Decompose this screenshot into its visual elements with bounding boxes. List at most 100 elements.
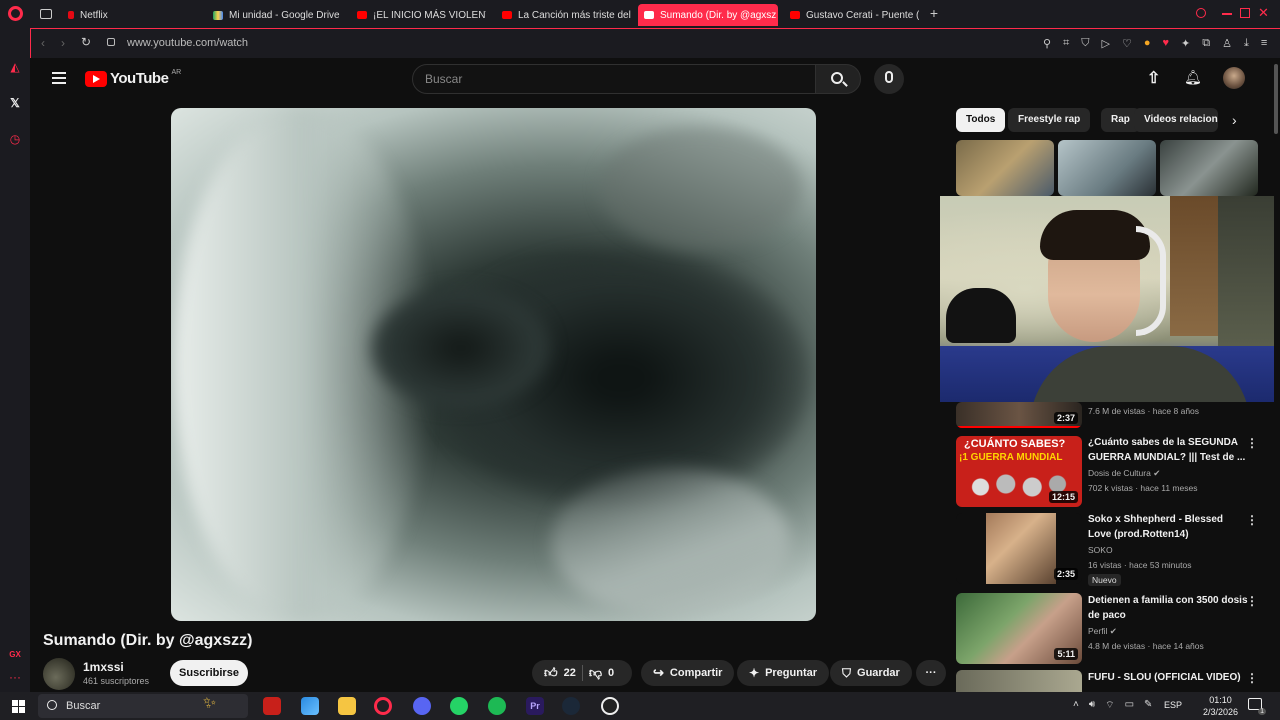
discord-icon[interactable] bbox=[413, 697, 431, 715]
more-actions-button[interactable]: ··· bbox=[916, 660, 946, 686]
extension-red-icon[interactable]: ♥ bbox=[1163, 37, 1170, 50]
spotify-icon[interactable] bbox=[488, 697, 506, 715]
scrollbar[interactable] bbox=[1274, 58, 1280, 692]
rec-meta: 16 vistas · hace 53 minutos bbox=[1088, 560, 1192, 570]
search-tabs-icon[interactable] bbox=[1196, 8, 1206, 18]
extension-star-icon[interactable]: ✦ bbox=[1181, 37, 1190, 50]
notification-center-icon[interactable]: 1 bbox=[1248, 698, 1266, 715]
ask-button[interactable]: ✦ Preguntar bbox=[737, 660, 830, 686]
channel-avatar[interactable] bbox=[43, 658, 75, 690]
watched-progress bbox=[956, 426, 1082, 428]
rec-thumbnail[interactable]: 2:35 bbox=[956, 513, 1082, 584]
chevron-right-icon[interactable]: › bbox=[1232, 112, 1237, 128]
user-avatar[interactable] bbox=[1223, 67, 1245, 89]
volume-icon[interactable]: 🔊︎ bbox=[1089, 699, 1095, 712]
upload-icon[interactable]: ⇧ bbox=[1147, 68, 1160, 88]
search-input[interactable]: Buscar bbox=[412, 64, 816, 94]
voice-search-button[interactable] bbox=[874, 64, 904, 94]
tab-sumando[interactable]: Sumando (Dir. by @agxsz bbox=[638, 4, 778, 26]
opera-logo-icon[interactable] bbox=[8, 6, 23, 21]
video-player[interactable] bbox=[171, 108, 816, 621]
history-icon[interactable]: ◷ bbox=[8, 132, 22, 146]
rec-channel-name[interactable]: Dosis de Cultura bbox=[1088, 468, 1151, 478]
extension-icons[interactable]: ⚲ ⌗ ⛉ ▷ ♡ ● ♥ ✦ ⧉ ♙ ⤓ ≡ bbox=[1043, 37, 1267, 50]
taskbar-search[interactable]: Buscar ✨︎ bbox=[38, 694, 248, 718]
shield-icon[interactable]: ⛉ bbox=[1081, 37, 1089, 50]
share-button[interactable]: ↪ Compartir bbox=[641, 660, 735, 686]
clock[interactable]: 01:10 2/3/2026 bbox=[1203, 694, 1238, 718]
rec-title[interactable]: Soko x Shhepherd - Blessed Love (prod.Ro… bbox=[1088, 512, 1248, 542]
rec-thumbnail[interactable]: 5:11 bbox=[956, 593, 1082, 664]
rec-more-icon[interactable]: ⋮ bbox=[1246, 513, 1258, 527]
chip-freestyle-rap[interactable]: Freestyle rap bbox=[1008, 108, 1091, 132]
voicemeeter-icon[interactable] bbox=[263, 697, 281, 715]
dislike-button[interactable]: 👎︎ 0 bbox=[589, 665, 614, 681]
heart-icon[interactable]: ♡ bbox=[1122, 37, 1132, 50]
gx-icon[interactable]: GX bbox=[8, 648, 22, 662]
rec-more-icon[interactable]: ⋮ bbox=[1246, 436, 1258, 450]
notifications-bell-icon[interactable]: 🔔︎ bbox=[1184, 69, 1202, 86]
chip-todos[interactable]: Todos bbox=[956, 108, 1006, 132]
extension-orange-icon[interactable]: ● bbox=[1144, 37, 1151, 50]
obs-icon[interactable] bbox=[601, 697, 619, 715]
rec-title[interactable]: Detienen a familia con 3500 dosis de pac… bbox=[1088, 593, 1248, 623]
maximize-button[interactable] bbox=[1240, 8, 1250, 18]
tab-gustavo-cerati[interactable]: Gustavo Cerati - Puente (C bbox=[784, 4, 919, 26]
rec-thumbnail[interactable]: ¿CUÁNTO SABES? ¡1 GUERRA MUNDIAL 12:15 bbox=[956, 436, 1082, 507]
search-button[interactable] bbox=[815, 64, 861, 94]
back-icon[interactable]: ‹ bbox=[41, 36, 45, 50]
tab-google-drive[interactable]: Mi unidad - Google Drive bbox=[207, 4, 347, 26]
pin-icon[interactable]: ⚲ bbox=[1043, 37, 1051, 50]
aria-icon[interactable]: ◭ bbox=[8, 60, 22, 74]
rec-channel-name[interactable]: Perfil bbox=[1088, 626, 1107, 636]
tab-manager-icon[interactable] bbox=[40, 9, 52, 19]
puzzle-icon[interactable]: ⧉ bbox=[1202, 37, 1210, 50]
short-thumbnail[interactable] bbox=[1058, 140, 1156, 196]
like-button[interactable]: 👍︎ 22 bbox=[544, 665, 576, 681]
battery-icon[interactable]: ▭ bbox=[1125, 699, 1134, 712]
rec-channel[interactable]: SOKO bbox=[1088, 543, 1113, 558]
steam-icon[interactable] bbox=[562, 697, 580, 715]
short-thumbnail[interactable] bbox=[956, 140, 1054, 196]
tab-cancion-triste[interactable]: La Canción más triste del bbox=[496, 4, 631, 26]
x-twitter-icon[interactable]: 𝕏 bbox=[8, 96, 22, 110]
tab-inicio-violento[interactable]: ¡EL INICIO MÁS VIOLENTO bbox=[351, 4, 486, 26]
channel-name[interactable]: 1mxssi bbox=[83, 660, 124, 674]
account-icon[interactable]: ♙ bbox=[1222, 37, 1232, 50]
chevron-up-icon[interactable]: ˄ bbox=[1073, 699, 1079, 712]
new-tab-button[interactable]: + bbox=[927, 5, 941, 21]
opera-gx-icon[interactable] bbox=[374, 697, 392, 715]
short-thumbnail[interactable] bbox=[1160, 140, 1258, 196]
windows-start-icon[interactable] bbox=[12, 700, 25, 713]
file-explorer-icon[interactable] bbox=[338, 697, 356, 715]
snapshot-icon[interactable]: ⌗ bbox=[1063, 37, 1069, 50]
rec-title[interactable]: FUFU - SLOU (OFFICIAL VIDEO) bbox=[1088, 670, 1248, 685]
more-icon[interactable]: ··· bbox=[8, 670, 22, 684]
rec-more-icon[interactable]: ⋮ bbox=[1246, 594, 1258, 608]
paint-icon[interactable] bbox=[301, 697, 319, 715]
chip-videos-relacionados[interactable]: Videos relacion bbox=[1134, 108, 1218, 132]
pen-icon[interactable]: ✎ bbox=[1144, 699, 1152, 712]
network-icon[interactable]: ⌔ bbox=[1105, 699, 1114, 712]
download-icon[interactable]: ⤓ bbox=[1244, 37, 1249, 50]
minimize-button[interactable] bbox=[1222, 13, 1232, 15]
rec-thumbnail[interactable] bbox=[956, 670, 1082, 692]
premiere-icon[interactable]: Pr bbox=[526, 697, 544, 715]
rec-title[interactable]: ¿Cuánto sabes de la SEGUNDA GUERRA MUNDI… bbox=[1088, 435, 1248, 465]
subscribe-button[interactable]: Suscribirse bbox=[170, 660, 248, 686]
play-icon[interactable]: ▷ bbox=[1102, 37, 1110, 50]
url-text[interactable]: www.youtube.com/watch bbox=[127, 37, 248, 49]
rec-thumbnail[interactable]: 2:37 bbox=[956, 402, 1082, 428]
reload-icon[interactable]: ↻ bbox=[81, 35, 91, 49]
tray-icons[interactable]: ˄ 🔊︎ ⌔ ▭ ✎ bbox=[1073, 699, 1152, 712]
tab-netflix[interactable]: Netflix bbox=[62, 4, 202, 26]
youtube-logo[interactable]: YouTube AR bbox=[85, 69, 181, 87]
menu-icon[interactable]: ≡ bbox=[1261, 37, 1267, 50]
whatsapp-icon[interactable] bbox=[450, 697, 468, 715]
hamburger-menu-icon[interactable] bbox=[52, 72, 66, 84]
rec-more-icon[interactable]: ⋮ bbox=[1246, 671, 1258, 685]
forward-icon[interactable]: › bbox=[61, 36, 65, 50]
save-button[interactable]: ⛉ Guardar bbox=[830, 660, 912, 686]
close-window-button[interactable]: ✕ bbox=[1258, 5, 1269, 21]
language-indicator[interactable]: ESP bbox=[1164, 700, 1182, 710]
